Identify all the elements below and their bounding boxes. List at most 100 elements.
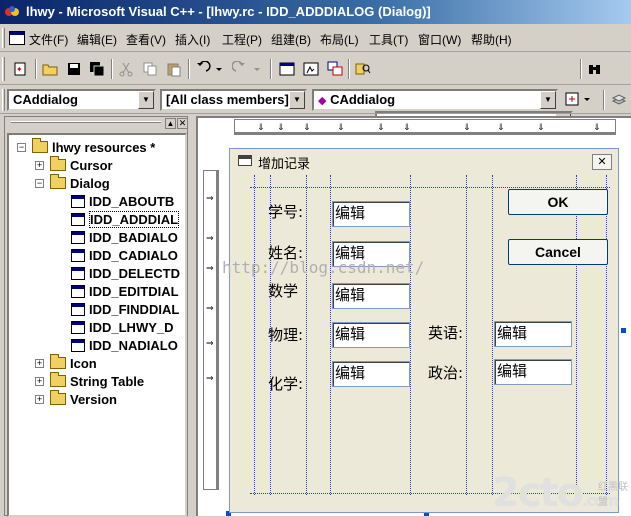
svg-text:⇒: ⇒ <box>206 193 214 203</box>
expand-icon[interactable]: + <box>35 394 44 404</box>
dialog-resource-icon <box>71 230 85 244</box>
toolbar-gripper[interactable] <box>2 57 5 81</box>
window-list-icon[interactable] <box>324 58 346 80</box>
toolbar-gripper[interactable] <box>2 89 5 111</box>
vertical-ruler[interactable]: ⇒ ⇒ ⇒ ⇒ ⇒ ⇒ <box>203 170 219 490</box>
tree-item-dialog[interactable]: IDD_LHWY_D <box>71 318 174 336</box>
english-field[interactable]: 编辑 <box>494 321 572 347</box>
layout-guide <box>306 175 307 495</box>
layout-guide <box>410 175 411 495</box>
dialog-resource-icon <box>71 248 85 262</box>
svg-text:⇓: ⇓ <box>303 122 311 132</box>
menu-view[interactable]: 查看(V) <box>126 31 166 48</box>
resize-handle[interactable] <box>621 328 626 333</box>
svg-text:⇓: ⇓ <box>277 122 285 132</box>
tree-item-label: IDD_NADIALO <box>89 337 178 353</box>
dialog-title-bar[interactable]: 增加记录 ✕ <box>230 149 618 173</box>
tree-item-label: IDD_CADIALO <box>89 247 178 263</box>
menu-edit[interactable]: 编辑(E) <box>77 31 117 48</box>
menu-tools[interactable]: 工具(T) <box>369 31 408 48</box>
tree-folder-dialog[interactable]: − Dialog <box>35 174 110 192</box>
dialog-resource-icon <box>71 266 85 280</box>
menu-gripper[interactable] <box>2 28 5 48</box>
ok-button[interactable]: OK <box>508 189 608 215</box>
tree-item-dialog[interactable]: IDD_FINDDIAL <box>71 300 179 318</box>
dialog-close-icon[interactable]: ✕ <box>592 154 612 170</box>
expand-icon[interactable]: + <box>35 376 44 386</box>
svg-text:⇒: ⇒ <box>206 373 214 383</box>
panel-restore-icon[interactable]: ▲ <box>165 118 176 129</box>
member-combo-arrow[interactable]: ▼ <box>540 91 556 109</box>
label-politics: 政治: <box>428 364 464 382</box>
folder-icon <box>50 390 66 405</box>
document-icon[interactable] <box>9 31 25 45</box>
menu-help[interactable]: 帮助(H) <box>471 31 512 48</box>
tree-folder-icon[interactable]: + Icon <box>35 354 97 372</box>
chemistry-field[interactable]: 编辑 <box>332 361 410 387</box>
tree-item-dialog[interactable]: IDD_NADIALO <box>71 336 178 354</box>
paste-icon[interactable] <box>163 58 185 80</box>
tree-item-dialog-selected[interactable]: IDD_ADDDIAL <box>71 210 180 228</box>
copy-icon[interactable] <box>139 58 161 80</box>
physics-field[interactable]: 编辑 <box>332 322 410 348</box>
save-icon[interactable] <box>63 58 85 80</box>
tree-item-dialog[interactable]: IDD_ABOUTB <box>71 192 174 210</box>
svg-text:⇓: ⇓ <box>463 122 471 132</box>
output-icon[interactable] <box>300 58 322 80</box>
logo-main: 2cto <box>492 470 584 516</box>
dialog-resource-icon <box>71 338 85 352</box>
tree-item-label: IDD_LHWY_D <box>89 319 174 335</box>
class-combo-text: CAddialog <box>13 92 78 107</box>
dialog-preview[interactable]: 增加记录 ✕ 学号: 姓名: 数学 物理: 化学: 英语: 政治: 编辑 编辑 … <box>229 148 619 513</box>
menu-project[interactable]: 工程(P) <box>222 31 262 48</box>
wizard-action-icon[interactable] <box>562 88 596 110</box>
tree-item-dialog[interactable]: IDD_BADIALO <box>71 228 178 246</box>
expand-icon[interactable]: + <box>35 160 44 170</box>
resource-tree[interactable]: − lhwy resources * + Cursor − Dialog IDD… <box>7 133 187 517</box>
tree-item-dialog[interactable]: IDD_EDITDIAL <box>71 282 179 300</box>
filter-combo-arrow[interactable]: ▼ <box>289 91 305 109</box>
menu-window[interactable]: 窗口(W) <box>418 31 461 48</box>
dialog-resource-icon <box>71 284 85 298</box>
app-icon[interactable] <box>4 4 20 20</box>
horizontal-ruler[interactable]: ⇓ ⇓ ⇓ ⇓ ⇓ ⇓ ⇓ ⇓ ⇓ ⇓ <box>234 119 616 135</box>
class-combo[interactable]: CAddialog ▼ <box>7 89 156 111</box>
politics-field[interactable]: 编辑 <box>494 359 572 385</box>
panel-close-icon[interactable]: ✕ <box>177 118 188 129</box>
class-combo-arrow[interactable]: ▼ <box>138 91 154 109</box>
panel-gripper[interactable] <box>11 121 161 123</box>
find-in-files-icon[interactable] <box>352 58 374 80</box>
menu-build[interactable]: 组建(B) <box>271 31 311 48</box>
menu-file[interactable]: 文件(F) <box>29 31 68 48</box>
menu-insert[interactable]: 插入(I) <box>175 31 210 48</box>
member-combo[interactable]: ◆ CAddialog ▼ <box>312 89 558 111</box>
filter-combo[interactable]: [All class members] ▼ <box>160 89 307 111</box>
layers-icon[interactable] <box>608 88 630 110</box>
tree-folder-label: Dialog <box>70 175 110 191</box>
tree-root-label: lhwy resources * <box>52 139 156 155</box>
search-binoculars-icon[interactable] <box>584 58 606 80</box>
undo-icon[interactable] <box>192 58 226 80</box>
math-field[interactable]: 编辑 <box>332 283 410 309</box>
tree-item-dialog[interactable]: IDD_DELECTD <box>71 264 180 282</box>
tree-item-label: IDD_EDITDIAL <box>89 283 179 299</box>
tree-root[interactable]: − lhwy resources * <box>17 138 155 156</box>
label-student-id: 学号: <box>268 203 304 221</box>
workspace-icon[interactable] <box>276 58 298 80</box>
collapse-icon[interactable]: − <box>35 178 44 188</box>
tree-folder-string-table[interactable]: + String Table <box>35 372 144 390</box>
label-english: 英语: <box>428 324 464 342</box>
collapse-icon[interactable]: − <box>17 142 26 152</box>
redo-icon[interactable] <box>230 58 264 80</box>
tree-item-dialog[interactable]: IDD_CADIALO <box>71 246 178 264</box>
open-folder-icon[interactable] <box>39 58 61 80</box>
cancel-button[interactable]: Cancel <box>508 239 608 265</box>
menu-layout[interactable]: 布局(L) <box>320 31 359 48</box>
new-file-icon[interactable]: ✦ <box>9 58 31 80</box>
save-all-icon[interactable] <box>86 58 108 80</box>
cut-icon[interactable] <box>115 58 137 80</box>
expand-icon[interactable]: + <box>35 358 44 368</box>
student-id-field[interactable]: 编辑 <box>332 201 410 227</box>
tree-folder-cursor[interactable]: + Cursor <box>35 156 113 174</box>
tree-folder-version[interactable]: + Version <box>35 390 117 408</box>
